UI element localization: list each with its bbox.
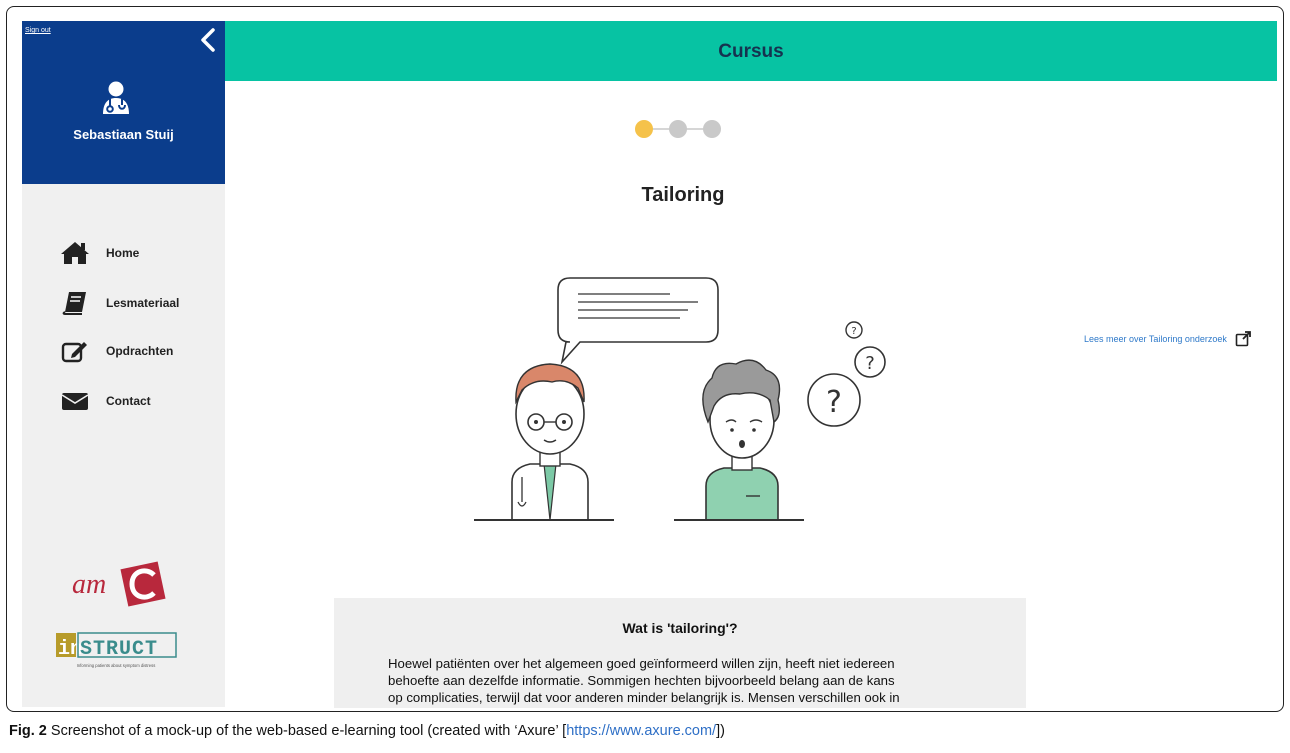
profile-panel: Sign out Sebastiaan Stuij	[22, 21, 225, 184]
info-line: op complicaties, terwijl dat voor andere…	[388, 690, 900, 705]
sidebar-item-label: Opdrachten	[106, 344, 174, 358]
sidebar-item-label: Home	[106, 246, 140, 260]
caption-url[interactable]: https://www.axure.com/	[566, 723, 716, 739]
external-link-text[interactable]: Lees meer over Tailoring onderzoek	[1084, 334, 1227, 344]
sidebar-item-label: Contact	[106, 394, 151, 408]
instruct-tagline: Informing patients about symptom distres…	[77, 663, 156, 668]
progress-dot[interactable]	[703, 120, 721, 138]
header-bar: Cursus	[225, 21, 1277, 81]
external-link-icon[interactable]	[1235, 331, 1251, 347]
info-text: Hoewel patiënten over het algemeen goed …	[388, 655, 988, 706]
user-name: Sebastiaan Stuij	[73, 127, 174, 142]
svg-text:?: ?	[851, 326, 856, 337]
svg-text:?: ?	[865, 353, 875, 374]
info-panel: Wat is 'tailoring'? Hoewel patiënten ove…	[334, 598, 1026, 708]
figure-label: Fig. 2	[9, 723, 47, 739]
instruct-logo: in STRUCT Informing patients about sympt…	[56, 632, 177, 668]
sign-out-link[interactable]: Sign out	[25, 27, 51, 34]
home-icon	[60, 241, 90, 265]
book-icon	[60, 291, 90, 315]
info-line: behoefte aan dezelfde informatie. Sommig…	[388, 673, 895, 688]
amc-logo: am	[72, 561, 166, 607]
progress-dot[interactable]	[669, 120, 687, 138]
sidebar-item-home[interactable]: Home	[60, 239, 139, 267]
svg-text:am: am	[72, 569, 106, 600]
page-header-title: Cursus	[718, 41, 784, 62]
info-line: Hoewel patiënten over het algemeen goed …	[388, 656, 895, 671]
edit-icon	[60, 339, 90, 363]
caption-end: ])	[716, 723, 725, 739]
caption-text: Screenshot of a mock-up of the web-based…	[46, 723, 567, 739]
progress-dot-active[interactable]	[635, 120, 653, 138]
doctor-avatar-icon	[103, 81, 129, 114]
sidebar: Sign out Sebastiaan Stuij Home Lesmateri…	[22, 21, 225, 707]
collapse-chevron-icon[interactable]	[198, 27, 218, 53]
doctor-patient-illustration: ? ? ?	[474, 277, 886, 521]
sidebar-item-contact[interactable]: Contact	[60, 387, 151, 415]
sidebar-item-lesmateriaal[interactable]: Lesmateriaal	[60, 289, 179, 317]
svg-text:?: ?	[826, 385, 842, 420]
sidebar-item-label: Lesmateriaal	[106, 296, 180, 310]
progress-stepper	[635, 120, 721, 138]
figure-caption: Fig. 2 Screenshot of a mock-up of the we…	[9, 723, 725, 739]
envelope-icon	[60, 389, 90, 413]
info-title: Wat is 'tailoring'?	[622, 620, 738, 636]
sidebar-item-opdrachten[interactable]: Opdrachten	[60, 337, 173, 365]
external-link[interactable]: Lees meer over Tailoring onderzoek	[1084, 331, 1251, 347]
page-title: Tailoring	[641, 184, 725, 206]
